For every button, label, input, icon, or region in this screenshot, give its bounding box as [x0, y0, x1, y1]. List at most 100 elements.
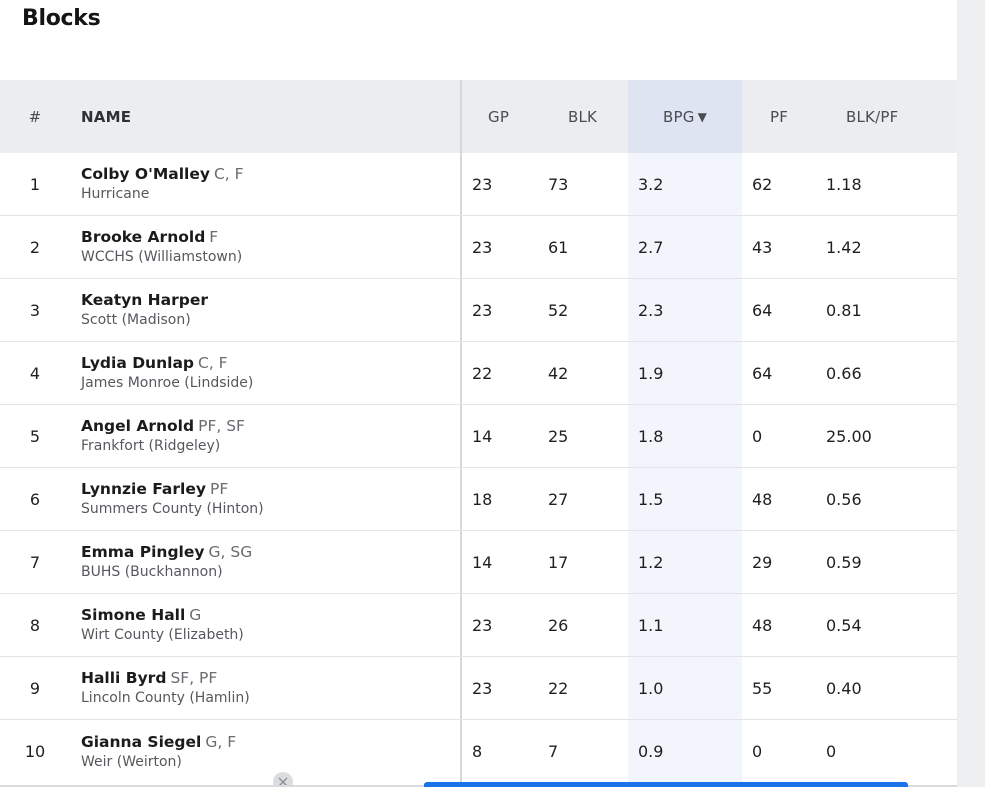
blk-pf-cell: 0.59 — [826, 552, 862, 572]
player-position: PF — [209, 480, 229, 498]
player-name-link[interactable]: Simone Hall — [81, 606, 185, 624]
player-cell: Keatyn Harper Scott (Madison) — [70, 279, 460, 341]
pf-cell: 29 — [752, 552, 773, 572]
blk-pf-cell: 25.00 — [826, 426, 872, 446]
player-position: G, SG — [208, 543, 253, 561]
gp-cell: 14 — [472, 552, 493, 572]
blk-cell: 27 — [548, 489, 569, 509]
scroll-indicator-bar[interactable] — [424, 782, 908, 787]
table-row[interactable]: 10 Gianna Siegel G, F Weir (Weirton) 8 7 … — [0, 720, 957, 783]
gp-cell: 18 — [472, 489, 493, 509]
player-position: G — [189, 606, 202, 624]
pf-cell: 43 — [752, 237, 773, 257]
blk-pf-cell: 0.66 — [826, 363, 862, 383]
pf-cell: 48 — [752, 489, 773, 509]
table-header: # NAME GP BLK BPG ▼ PF BLK/PF — [0, 80, 957, 153]
player-position: G, F — [205, 732, 237, 751]
player-position: SF, PF — [170, 669, 218, 687]
pf-cell: 48 — [752, 615, 773, 635]
blk-cell: 61 — [548, 237, 569, 257]
rank-cell: 6 — [29, 489, 41, 509]
player-cell: Gianna Siegel G, F Weir (Weirton) — [70, 720, 460, 783]
table-row[interactable]: 3 Keatyn Harper Scott (Madison) 23 52 2.… — [0, 279, 957, 342]
column-header-blk-pf[interactable]: BLK/PF — [816, 80, 957, 153]
player-name-link[interactable]: Emma Pingley — [81, 543, 204, 561]
column-header-rank[interactable]: # — [0, 80, 70, 153]
player-school: Wirt County (Elizabeth) — [81, 627, 244, 643]
gp-cell: 23 — [472, 300, 493, 320]
rank-cell: 4 — [29, 363, 41, 383]
player-cell: Lynnzie Farley PF Summers County (Hinton) — [70, 468, 460, 530]
blk-cell: 17 — [548, 552, 569, 572]
table-row[interactable]: 6 Lynnzie Farley PF Summers County (Hinto… — [0, 468, 957, 531]
bpg-cell: 1.0 — [628, 657, 742, 719]
table-row[interactable]: 2 Brooke Arnold F WCCHS (Williamstown) 23… — [0, 216, 957, 279]
blk-pf-cell: 1.18 — [826, 174, 862, 194]
blk-cell: 22 — [548, 678, 569, 698]
bpg-cell: 1.9 — [628, 342, 742, 404]
blk-cell: 52 — [548, 300, 569, 320]
column-header-gp[interactable]: GP — [462, 80, 538, 153]
bpg-cell: 2.3 — [628, 279, 742, 341]
blk-cell: 73 — [548, 174, 569, 194]
table-body: 1 Colby O'Malley C, F Hurricane 23 73 3.2… — [0, 153, 957, 783]
pf-cell: 64 — [752, 363, 773, 383]
player-position: C, F — [198, 354, 228, 372]
player-name-line: Lydia Dunlap C, F — [81, 353, 228, 373]
stats-table: # NAME GP BLK BPG ▼ PF BLK/PF 1 Colby O'… — [0, 80, 957, 783]
table-row[interactable]: 5 Angel Arnold PF, SF Frankfort (Ridgeley… — [0, 405, 957, 468]
player-name-link[interactable]: Gianna Siegel — [81, 733, 201, 751]
player-cell: Angel Arnold PF, SF Frankfort (Ridgeley) — [70, 405, 460, 467]
gp-cell: 23 — [472, 174, 493, 194]
bpg-cell: 1.8 — [628, 405, 742, 467]
player-name-link[interactable]: Angel Arnold — [81, 417, 194, 435]
gp-cell: 8 — [472, 742, 483, 761]
player-cell: Lydia Dunlap C, F James Monroe (Lindside) — [70, 342, 460, 404]
blk-pf-cell: 0.56 — [826, 489, 862, 509]
table-row[interactable]: 9 Halli Byrd SF, PF Lincoln County (Hamli… — [0, 657, 957, 720]
player-name-link[interactable]: Lynnzie Farley — [81, 480, 206, 498]
player-school: Weir (Weirton) — [81, 753, 182, 770]
player-name-line: Halli Byrd SF, PF — [81, 668, 217, 688]
player-name-line: Angel Arnold PF, SF — [81, 416, 245, 436]
player-name-link[interactable]: Keatyn Harper — [81, 291, 208, 309]
rank-cell: 8 — [29, 615, 41, 635]
player-cell: Halli Byrd SF, PF Lincoln County (Hamlin) — [70, 657, 460, 719]
player-cell: Brooke Arnold F WCCHS (Williamstown) — [70, 216, 460, 278]
column-header-name[interactable]: NAME — [70, 80, 460, 153]
bpg-cell: 1.5 — [628, 468, 742, 530]
player-name-line: Gianna Siegel G, F — [81, 732, 236, 752]
bpg-cell: 1.2 — [628, 531, 742, 593]
blk-cell: 42 — [548, 363, 569, 383]
table-row[interactable]: 8 Simone Hall G Wirt County (Elizabeth) 2… — [0, 594, 957, 657]
table-row[interactable]: 1 Colby O'Malley C, F Hurricane 23 73 3.2… — [0, 153, 957, 216]
side-strip — [957, 0, 985, 787]
player-name-link[interactable]: Colby O'Malley — [81, 165, 210, 183]
column-header-bpg-label: BPG — [663, 107, 695, 126]
page: Blocks # NAME GP BLK BPG ▼ PF BLK/PF 1 C… — [0, 0, 985, 787]
player-name-line: Colby O'Malley C, F — [81, 164, 244, 184]
table-row[interactable]: 7 Emma Pingley G, SG BUHS (Buckhannon) 14… — [0, 531, 957, 594]
player-name-link[interactable]: Brooke Arnold — [81, 228, 205, 246]
blk-pf-cell: 0.54 — [826, 615, 862, 635]
table-row[interactable]: 4 Lydia Dunlap C, F James Monroe (Lindsid… — [0, 342, 957, 405]
player-school: WCCHS (Williamstown) — [81, 249, 243, 265]
bpg-cell: 3.2 — [628, 153, 742, 215]
player-name-link[interactable]: Lydia Dunlap — [81, 354, 194, 372]
player-name-link[interactable]: Halli Byrd — [81, 669, 166, 687]
pf-cell: 0 — [752, 426, 763, 446]
column-header-blk[interactable]: BLK — [538, 80, 628, 153]
player-cell: Emma Pingley G, SG BUHS (Buckhannon) — [70, 531, 460, 593]
bpg-cell: 0.9 — [628, 720, 742, 783]
pf-cell: 55 — [752, 678, 773, 698]
player-school: James Monroe (Lindside) — [81, 375, 254, 391]
column-header-pf[interactable]: PF — [742, 80, 816, 153]
rank-cell: 10 — [24, 742, 46, 761]
pf-cell: 62 — [752, 174, 773, 194]
column-header-bpg[interactable]: BPG ▼ — [628, 80, 742, 153]
rank-cell: 2 — [29, 237, 41, 257]
pf-cell: 64 — [752, 300, 773, 320]
bpg-cell: 2.7 — [628, 216, 742, 278]
player-position: C, F — [213, 165, 244, 183]
gp-cell: 23 — [472, 678, 493, 698]
